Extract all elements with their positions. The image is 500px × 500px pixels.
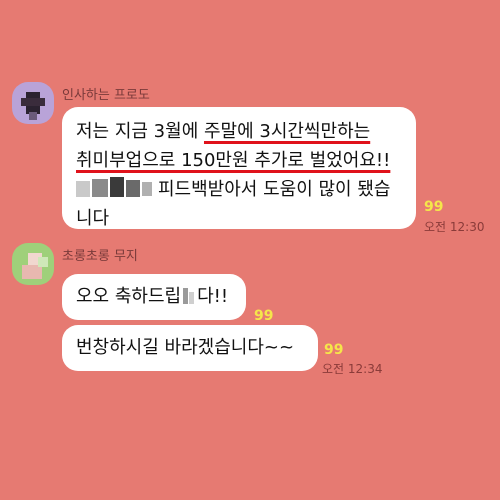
message-bubble[interactable]: 저는 지금 3월에 주말에 3시간씩만하는 취미부업으로 150만원 추가로 벌… xyxy=(62,107,416,229)
highlighted-text: 주말에 3시간씩만하는 xyxy=(203,121,371,142)
message-time: 오전 12:30 xyxy=(424,220,485,234)
message-line: 피드백받아서 도움이 많이 됐습 xyxy=(76,175,404,204)
unread-count: 99 xyxy=(324,342,344,358)
message-time: 오전 12:34 xyxy=(322,362,383,376)
unread-count: 99 xyxy=(424,199,444,215)
sender-avatar[interactable] xyxy=(12,82,54,124)
censored-text xyxy=(76,177,154,199)
sender-name: 인사하는 프로도 xyxy=(62,88,150,103)
sender-name: 초롱초롱 무지 xyxy=(62,249,138,264)
message-bubble[interactable]: 번창하시길 바라겠습니다~~ xyxy=(62,325,318,371)
message-line: 오오 축하드립 다!! xyxy=(76,286,229,307)
message-line: 취미부업으로 150만원 추가로 벌었어요!! xyxy=(76,146,404,175)
highlighted-text: 취미부업으로 150만원 추가로 벌었어요!! xyxy=(76,150,391,171)
message-line: 번창하시길 바라겠습니다~~ xyxy=(76,337,295,358)
message-bubble[interactable]: 오오 축하드립 다!! xyxy=(62,274,246,320)
message-line: 니다 xyxy=(76,208,110,229)
message-line: 저는 지금 3월에 주말에 3시간씩만하는 xyxy=(76,121,371,142)
sender-avatar[interactable] xyxy=(12,243,54,285)
censored-text xyxy=(181,286,197,306)
unread-count: 99 xyxy=(254,308,274,324)
